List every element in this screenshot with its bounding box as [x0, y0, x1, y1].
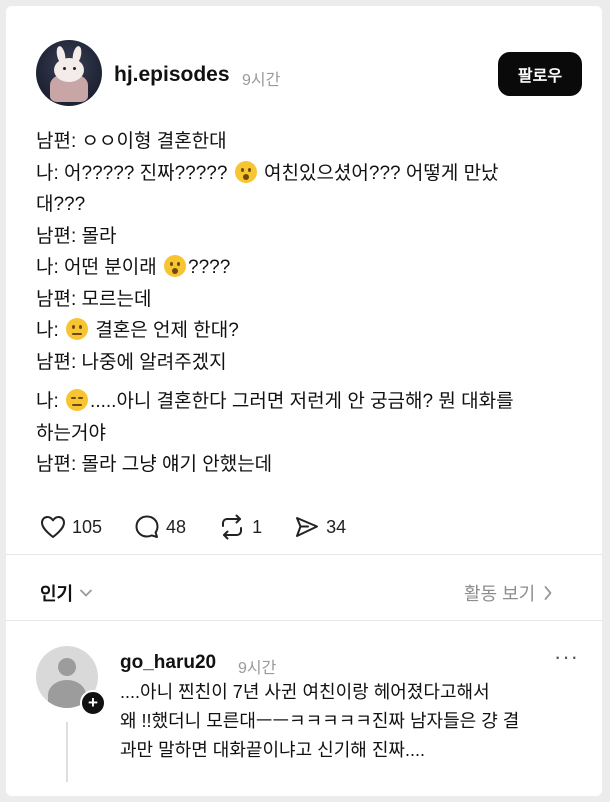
post-line: 남편: 몰라 그냥 얘기 안했는데	[36, 449, 576, 481]
post-line: 하는거야	[36, 418, 576, 450]
bunny-head	[54, 58, 84, 82]
heart-icon	[41, 516, 65, 538]
bunny-eye-right	[73, 67, 76, 70]
post-line-text: 여친있으셨어??? 어떻게 만났	[264, 162, 499, 184]
comment-line: 과만 말하면 대화끝이냐고 신기해 진짜....	[120, 740, 425, 760]
comment-line: 왜 !!했더니 모른대ㅡㅡㅋㅋㅋㅋㅋ진짜 남자들은 걍 결	[120, 711, 520, 731]
post-line: 나: 결혼은 언제 한대?	[36, 315, 576, 347]
post-line: 나: 어떤 분이래 ????	[36, 252, 576, 284]
post-actions: 105 48 1 34	[40, 512, 378, 542]
post-line-text: 하는거야	[36, 422, 106, 444]
post-line: 남편: ㅇㅇ이형 결혼한대	[36, 126, 576, 158]
comment-line: ....아니 찐친이 7년 사귄 여친이랑 헤어졌다고해서	[120, 682, 490, 702]
author-avatar[interactable]	[36, 40, 102, 106]
repost-button[interactable]: 1	[218, 514, 262, 540]
bunny-eye-left	[63, 67, 66, 70]
post-line: 남편: 모르는데	[36, 284, 576, 316]
post-line-text: 남편: 몰라 그냥 얘기 안했는데	[36, 454, 273, 475]
neutral-face-icon	[66, 318, 89, 340]
commenter-username[interactable]: go_haru20	[120, 652, 216, 674]
divider	[6, 554, 602, 555]
post-line-text: 나:	[36, 320, 59, 341]
like-count: 105	[72, 516, 103, 537]
post-line-text: 결혼은 언제 한대?	[95, 320, 239, 341]
comment-text: ....아니 찐친이 7년 사귄 여친이랑 헤어졌다고해서 왜 !!했더니 모른…	[120, 678, 580, 765]
post-card: hj.episodes 9시간 팔로우 남편: ㅇㅇ이형 결혼한대 나: 어??…	[6, 6, 602, 796]
sort-label: 인기	[40, 584, 74, 604]
astonished-face-icon	[234, 160, 257, 183]
activity-link[interactable]: 활동 보기	[464, 580, 553, 606]
post-line: 나: .....아니 결혼한다 그러면 저런게 안 궁금해? 뭔 대화를	[36, 386, 576, 418]
post-line-text: 나: 어????? 진짜?????	[36, 162, 228, 184]
follow-button[interactable]: 팔로우	[498, 52, 582, 96]
comment-time: 9시간	[238, 660, 277, 677]
expressionless-face-icon	[66, 389, 89, 411]
chevron-right-icon	[544, 586, 552, 600]
repost-icon	[222, 514, 243, 540]
send-icon	[296, 517, 319, 537]
post-line-text: .....아니 결혼한다 그러면 저런게 안 궁금해? 뭔 대화를	[90, 391, 514, 412]
author-username[interactable]: hj.episodes	[114, 63, 230, 87]
default-avatar-head	[58, 658, 76, 676]
post-line: 대???	[36, 189, 576, 221]
hushed-face-icon	[164, 255, 186, 277]
post-line-text: 남편: ㅇㅇ이형 결혼한대	[36, 131, 227, 152]
post-body: 남편: ㅇㅇ이형 결혼한대 나: 어????? 진짜????? 여친있으셨어??…	[36, 126, 576, 481]
repost-count: 1	[252, 516, 263, 537]
thread-line	[66, 722, 68, 782]
sort-dropdown[interactable]: 인기	[40, 580, 93, 606]
post-line: 남편: 몰라	[36, 221, 576, 253]
follow-plus-icon[interactable]: +	[80, 690, 106, 716]
post-line-text: ????	[188, 257, 231, 278]
post-line-text: 남편: 몰라	[36, 225, 117, 247]
post-time: 9시간	[242, 72, 281, 89]
post-line-text: 남편: 모르는데	[36, 288, 152, 310]
comment-bubble-icon	[135, 515, 159, 538]
post-line-text: 나:	[36, 391, 59, 412]
chevron-down-icon	[80, 589, 93, 597]
post-line-text: 남편: 나중에 알려주겠지	[36, 351, 227, 373]
comment-count: 48	[166, 516, 187, 537]
comment-button[interactable]: 48	[134, 514, 186, 540]
share-button[interactable]: 34	[294, 514, 346, 540]
post-line-text: 나: 어떤 분이래	[36, 257, 157, 278]
post-line: 나: 어????? 진짜????? 여친있으셨어??? 어떻게 만났	[36, 158, 576, 190]
divider	[6, 620, 602, 621]
like-button[interactable]: 105	[40, 515, 102, 539]
post-line: 남편: 나중에 알려주겠지	[36, 347, 576, 379]
post-line-text: 대???	[36, 194, 86, 215]
share-count: 34	[326, 516, 347, 537]
activity-label: 활동 보기	[464, 584, 536, 604]
more-options-icon[interactable]: ···	[554, 644, 579, 670]
